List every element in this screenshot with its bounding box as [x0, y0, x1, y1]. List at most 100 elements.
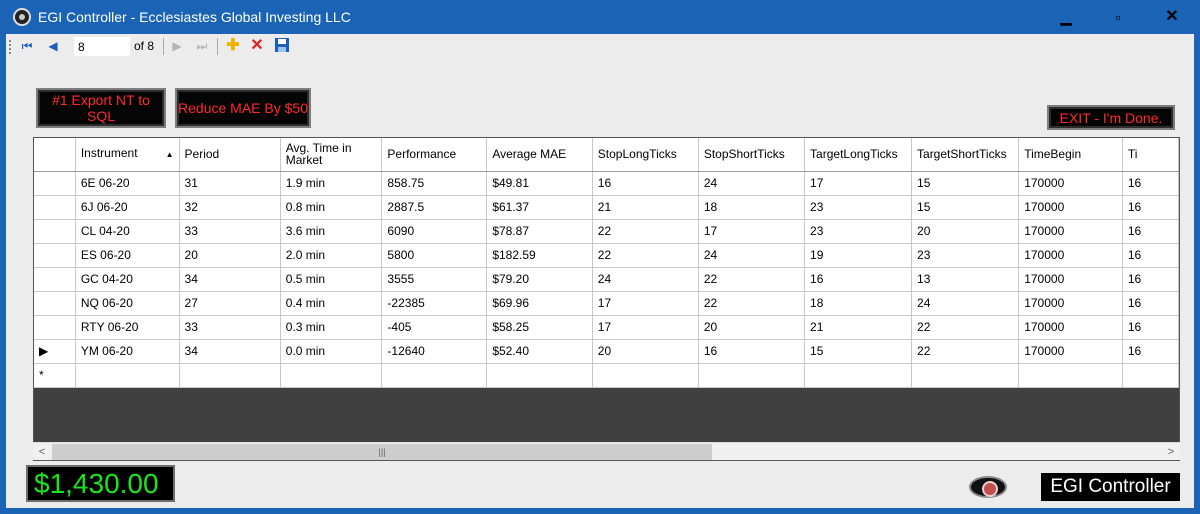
- cell-ti[interactable]: 16: [1122, 315, 1179, 340]
- column-header-instrument[interactable]: Instrument ▲: [75, 138, 180, 172]
- cell-target-short-ticks[interactable]: 24: [911, 291, 1020, 316]
- title-bar[interactable]: EGI Controller - Ecclesiastes Global Inv…: [0, 0, 1200, 34]
- cell-instrument[interactable]: ES 06-20: [75, 243, 180, 268]
- cell-instrument[interactable]: YM 06-20: [75, 339, 180, 364]
- cell-time-begin[interactable]: 170000: [1018, 291, 1123, 316]
- cell-avg-time[interactable]: 0.5 min: [280, 267, 383, 292]
- cell-stop-long-ticks[interactable]: 21: [592, 195, 699, 220]
- cell-average-mae[interactable]: $69.96: [486, 291, 593, 316]
- cell-target-short-ticks[interactable]: 13: [911, 267, 1020, 292]
- cell-time-begin[interactable]: 170000: [1018, 339, 1123, 364]
- data-grid[interactable]: Instrument ▲ Period Avg. Time in Market P…: [33, 137, 1180, 461]
- column-header-stop-short-ticks[interactable]: StopShortTicks: [698, 138, 806, 172]
- cell-avg-time[interactable]: 0.3 min: [280, 315, 383, 340]
- cell-period[interactable]: 34: [179, 339, 281, 364]
- cell-time-begin[interactable]: 170000: [1018, 267, 1123, 292]
- cell-average-mae[interactable]: $182.59: [486, 243, 593, 268]
- cell-average-mae[interactable]: $49.81: [486, 171, 593, 196]
- app-icon[interactable]: [13, 8, 31, 26]
- new-row-cell[interactable]: [804, 363, 913, 388]
- column-header-target-short-ticks[interactable]: TargetShortTicks: [911, 138, 1020, 172]
- cell-target-long-ticks[interactable]: 16: [804, 267, 913, 292]
- new-row-cell[interactable]: [592, 363, 699, 388]
- row-header-cell[interactable]: [34, 291, 76, 316]
- scroll-thumb[interactable]: |||: [52, 444, 712, 460]
- cell-ti[interactable]: 16: [1122, 195, 1179, 220]
- cell-stop-long-ticks[interactable]: 20: [592, 339, 699, 364]
- cell-target-long-ticks[interactable]: 23: [804, 195, 913, 220]
- cell-stop-short-ticks[interactable]: 22: [698, 291, 806, 316]
- cell-avg-time[interactable]: 0.0 min: [280, 339, 383, 364]
- table-row[interactable]: GC 04-20 34 0.5 min 3555 $79.20 24 22 16 13 17000…: [34, 267, 1179, 292]
- cell-performance[interactable]: 5800: [381, 243, 488, 268]
- table-row[interactable]: CL 04-20 33 3.6 min 6090 $78.87 22 17 23 20 17000…: [34, 219, 1179, 244]
- cell-stop-short-ticks[interactable]: 18: [698, 195, 806, 220]
- cell-period[interactable]: 27: [179, 291, 281, 316]
- cell-performance[interactable]: 3555: [381, 267, 488, 292]
- reduce-mae-button[interactable]: Reduce MAE By $50: [175, 88, 311, 128]
- row-header-cell[interactable]: [34, 243, 76, 268]
- cell-target-long-ticks[interactable]: 18: [804, 291, 913, 316]
- cell-stop-long-ticks[interactable]: 16: [592, 171, 699, 196]
- cell-avg-time[interactable]: 0.4 min: [280, 291, 383, 316]
- cell-target-short-ticks[interactable]: 23: [911, 243, 1020, 268]
- cell-target-long-ticks[interactable]: 15: [804, 339, 913, 364]
- cell-performance[interactable]: 2887.5: [381, 195, 488, 220]
- row-header-cell[interactable]: [34, 171, 76, 196]
- new-row-cell[interactable]: [911, 363, 1020, 388]
- top-left-header-cell[interactable]: [34, 138, 76, 172]
- new-row-cell[interactable]: [486, 363, 593, 388]
- column-header-average-mae[interactable]: Average MAE: [486, 138, 593, 172]
- cell-time-begin[interactable]: 170000: [1018, 315, 1123, 340]
- minimize-button[interactable]: ▁: [1040, 0, 1092, 34]
- table-row[interactable]: RTY 06-20 33 0.3 min -405 $58.25 17 20 21 22 1700…: [34, 315, 1179, 340]
- cell-average-mae[interactable]: $79.20: [486, 267, 593, 292]
- column-header-time-begin[interactable]: TimeBegin: [1018, 138, 1123, 172]
- cell-stop-short-ticks[interactable]: 17: [698, 219, 806, 244]
- cell-target-long-ticks[interactable]: 21: [804, 315, 913, 340]
- cell-average-mae[interactable]: $58.25: [486, 315, 593, 340]
- cell-avg-time[interactable]: 0.8 min: [280, 195, 383, 220]
- cell-ti[interactable]: 16: [1122, 243, 1179, 268]
- export-nt-to-sql-button[interactable]: #1 Export NT to SQL: [36, 88, 166, 128]
- new-row-cell[interactable]: [381, 363, 488, 388]
- cell-performance[interactable]: 858.75: [381, 171, 488, 196]
- cell-performance[interactable]: -22385: [381, 291, 488, 316]
- cell-stop-short-ticks[interactable]: 24: [698, 171, 806, 196]
- column-header-avg-time[interactable]: Avg. Time in Market: [280, 138, 383, 172]
- cell-average-mae[interactable]: $61.37: [486, 195, 593, 220]
- new-row[interactable]: *: [34, 363, 1179, 388]
- cell-period[interactable]: 32: [179, 195, 281, 220]
- cell-target-long-ticks[interactable]: 17: [804, 171, 913, 196]
- last-record-icon[interactable]: ⏭: [193, 37, 211, 55]
- cell-performance[interactable]: 6090: [381, 219, 488, 244]
- new-row-cell[interactable]: [179, 363, 281, 388]
- exit-button[interactable]: EXIT - I'm Done.: [1047, 105, 1175, 130]
- cell-instrument[interactable]: 6E 06-20: [75, 171, 180, 196]
- new-row-cell[interactable]: [280, 363, 383, 388]
- cell-target-short-ticks[interactable]: 15: [911, 195, 1020, 220]
- column-header-ti[interactable]: Ti: [1122, 138, 1179, 172]
- cell-time-begin[interactable]: 170000: [1018, 243, 1123, 268]
- cell-period[interactable]: 31: [179, 171, 281, 196]
- cell-stop-long-ticks[interactable]: 17: [592, 315, 699, 340]
- cell-average-mae[interactable]: $78.87: [486, 219, 593, 244]
- column-header-stop-long-ticks[interactable]: StopLongTicks: [592, 138, 699, 172]
- cell-stop-long-ticks[interactable]: 17: [592, 291, 699, 316]
- cell-stop-short-ticks[interactable]: 16: [698, 339, 806, 364]
- cell-stop-long-ticks[interactable]: 22: [592, 243, 699, 268]
- column-header-period[interactable]: Period: [179, 138, 281, 172]
- table-row[interactable]: ▶ YM 06-20 34 0.0 min -12640 $52.40 20 16 15 22 17…: [34, 339, 1179, 364]
- next-record-icon[interactable]: ▶: [168, 37, 186, 55]
- cell-instrument[interactable]: NQ 06-20: [75, 291, 180, 316]
- table-row[interactable]: 6E 06-20 31 1.9 min 858.75 $49.81 16 24 17 15 170…: [34, 171, 1179, 196]
- cell-ti[interactable]: 16: [1122, 171, 1179, 196]
- cell-target-long-ticks[interactable]: 23: [804, 219, 913, 244]
- add-new-icon[interactable]: ✚: [224, 37, 242, 55]
- cell-ti[interactable]: 16: [1122, 219, 1179, 244]
- row-header-cell[interactable]: [34, 315, 76, 340]
- new-row-header-cell[interactable]: *: [34, 363, 76, 388]
- cell-time-begin[interactable]: 170000: [1018, 219, 1123, 244]
- position-input[interactable]: [74, 37, 130, 56]
- row-header-cell[interactable]: [34, 267, 76, 292]
